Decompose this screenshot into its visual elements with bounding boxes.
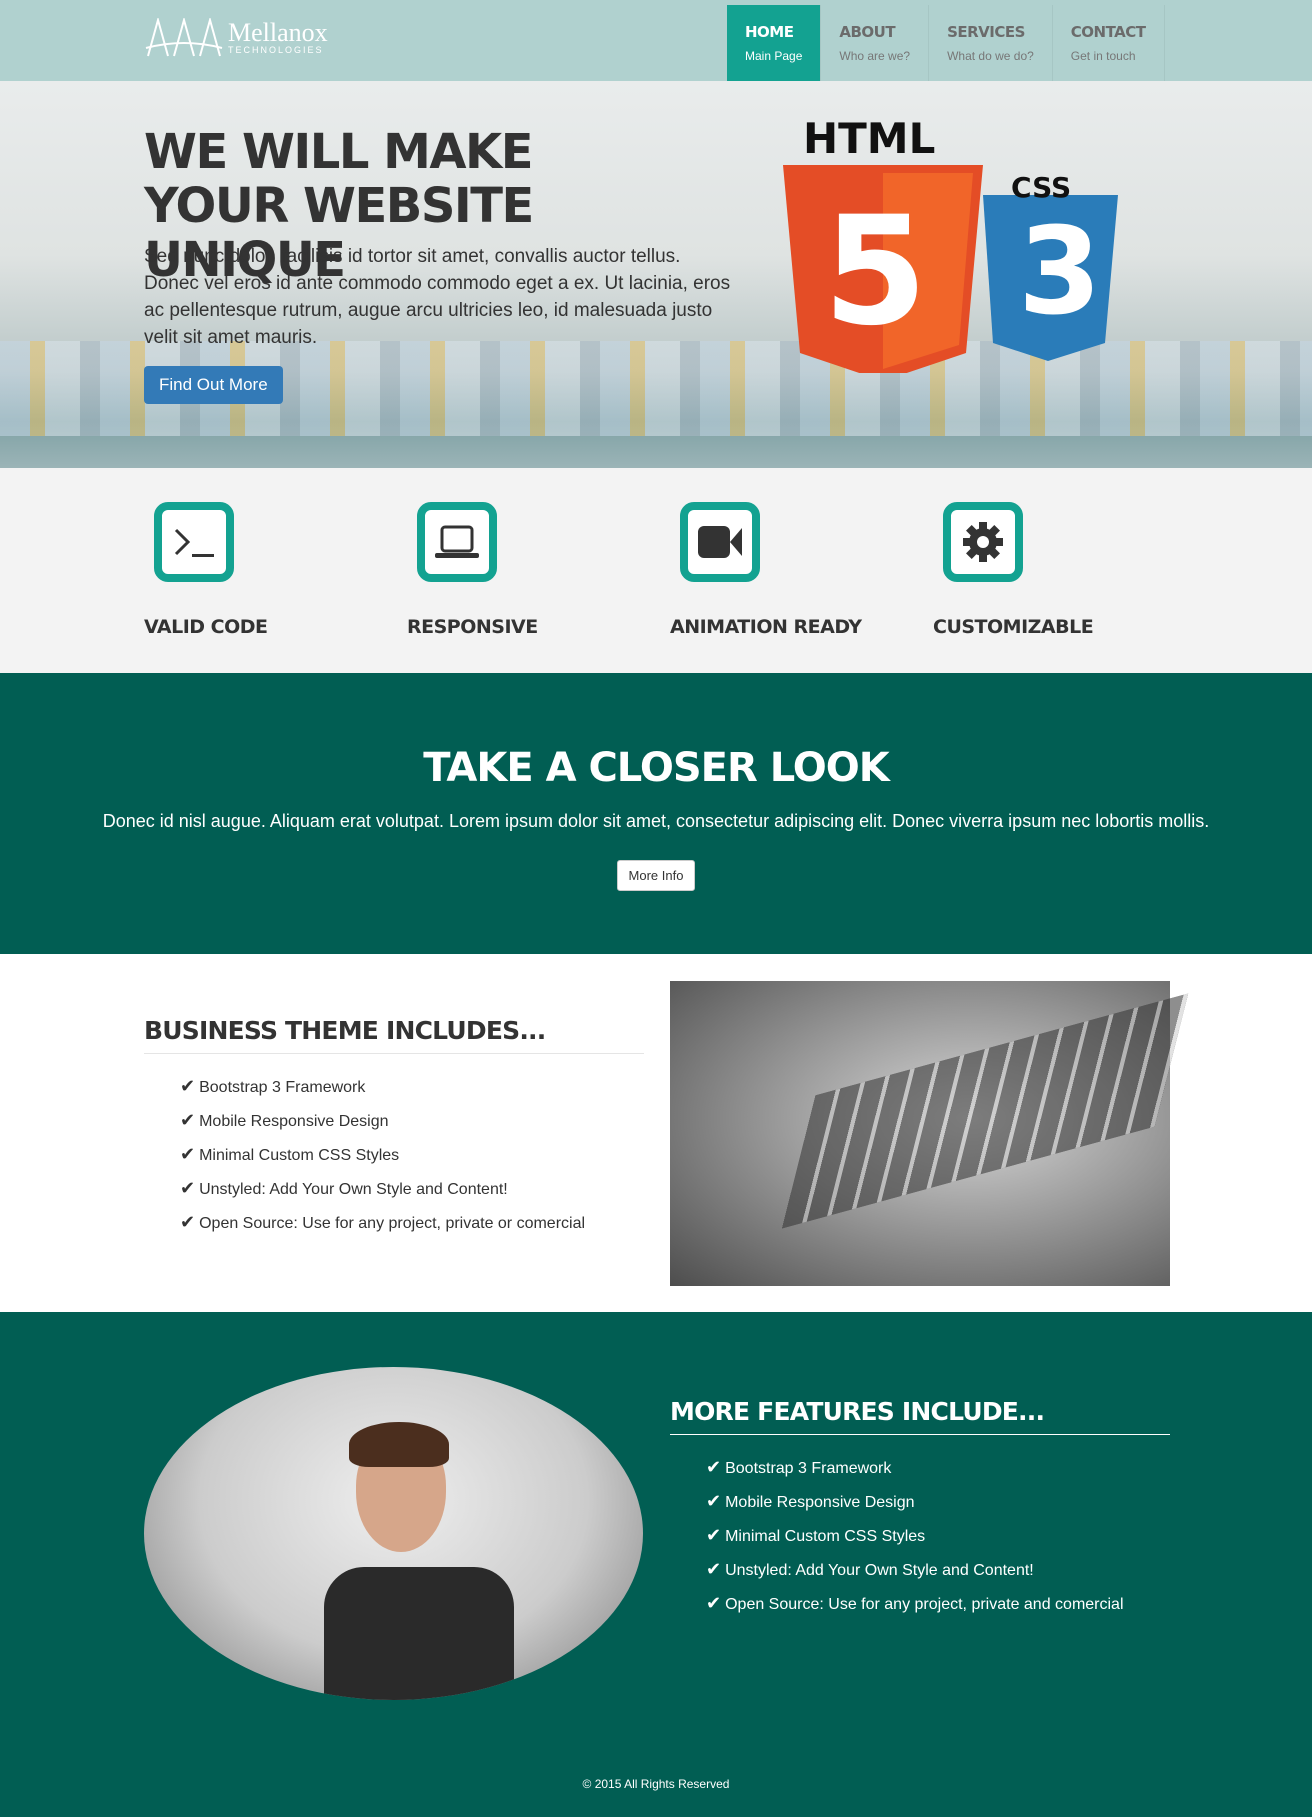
feature-label: VALID CODE (144, 616, 268, 638)
nav-services[interactable]: SERVICES What do we do? (929, 5, 1053, 81)
hero-section: WE WILL MAKE YOUR WEBSITE UNIQUE Sed nun… (0, 81, 1312, 468)
more-title: MORE FEATURES INCLUDE... (670, 1397, 1170, 1435)
feature-animation-ready: ANIMATION READY (670, 502, 890, 638)
nav-about[interactable]: ABOUT Who are we? (821, 5, 930, 81)
list-item-text: Minimal Custom CSS Styles (725, 1528, 926, 1545)
more-list: ✔ Bootstrap 3 Framework ✔ Mobile Responsiv… (670, 1451, 1170, 1621)
list-item: ✔ Minimal Custom CSS Styles (706, 1519, 1170, 1553)
laptop-typing-photo (670, 981, 1189, 1286)
list-item: ✔ Open Source: Use for any project, priva… (180, 1206, 644, 1240)
list-item: ✔ Bootstrap 3 Framework (706, 1451, 1170, 1485)
terminal-icon (154, 502, 234, 582)
nav-subtitle: Get in touch (1070, 49, 1136, 63)
feature-label: CUSTOMIZABLE (933, 616, 1094, 638)
business-list: ✔ Bootstrap 3 Framework ✔ Mobile Responsiv… (144, 1070, 644, 1240)
nav-contact[interactable]: CONTACT Get in touch (1053, 5, 1165, 81)
hero-text: Sed nunc dolor, facilisis id tortor sit … (144, 246, 731, 348)
brand-logo[interactable]: Mellanox TECHNOLOGIES (144, 18, 328, 58)
list-item: ✔ Unstyled: Add Your Own Style and Conten… (180, 1172, 644, 1206)
video-camera-icon (680, 502, 760, 582)
list-item-text: Mobile Responsive Design (199, 1113, 389, 1130)
gear-icon (943, 502, 1023, 582)
nav-title: SERVICES (947, 23, 1025, 41)
main-menu: HOME Main Page ABOUT Who are we? SERVICES W… (727, 5, 1165, 81)
list-item-text: Open Source: Use for any project, privat… (199, 1215, 586, 1232)
html5-numeral: 5 (823, 185, 927, 359)
nav-title: HOME (745, 23, 794, 41)
list-item-text: Bootstrap 3 Framework (199, 1079, 366, 1096)
closer-text: Donec id nisl augue. Aliquam erat volutp… (102, 811, 1210, 831)
check-icon: ✔ (180, 1212, 196, 1232)
html-text: HTML (803, 114, 935, 163)
navbar: Mellanox TECHNOLOGIES HOME Main Page ABOUT… (0, 0, 1312, 81)
css3-numeral: 3 (1018, 203, 1102, 342)
businessman-thumbs-up-photo (144, 1367, 643, 1700)
feature-label: RESPONSIVE (407, 616, 538, 638)
html5-css3-logo: HTML CSS 3 5 (783, 114, 1118, 373)
check-icon: ✔ (706, 1559, 722, 1579)
list-item-text: Open Source: Use for any project, privat… (725, 1596, 1124, 1613)
business-section: BUSINESS THEME INCLUDES... ✔ Bootstrap 3 … (0, 954, 1312, 1312)
features-section: VALID CODE RESPONSIVE ANIMATION READY CU… (0, 468, 1312, 673)
nav-title: CONTACT (1070, 23, 1146, 41)
nav-home[interactable]: HOME Main Page (727, 5, 822, 81)
list-item: ✔ Open Source: Use for any project, priva… (706, 1587, 1170, 1621)
nav-title: ABOUT (839, 23, 896, 41)
closer-title: TAKE A CLOSER LOOK (423, 745, 890, 791)
list-item: ✔ Mobile Responsive Design (706, 1485, 1170, 1519)
laptop-icon (417, 502, 497, 582)
find-out-more-button[interactable]: Find Out More (144, 366, 283, 404)
check-icon: ✔ (706, 1525, 722, 1545)
brand-sub: TECHNOLOGIES (228, 45, 324, 55)
list-item-text: Unstyled: Add Your Own Style and Content… (725, 1562, 1034, 1579)
check-icon: ✔ (180, 1144, 196, 1164)
feature-customizable: CUSTOMIZABLE (933, 502, 1153, 638)
brand-name: Mellanox (228, 18, 328, 47)
list-item: ✔ Minimal Custom CSS Styles (180, 1138, 644, 1172)
list-item: ✔ Mobile Responsive Design (180, 1104, 644, 1138)
more-features-section: MORE FEATURES INCLUDE... ✔ Bootstrap 3 Fr… (0, 1312, 1312, 1817)
feature-label: ANIMATION READY (670, 616, 862, 638)
check-icon: ✔ (706, 1457, 722, 1477)
list-item-text: Minimal Custom CSS Styles (199, 1147, 400, 1164)
closer-look-section: TAKE A CLOSER LOOK Donec id nisl augue. … (0, 673, 1312, 954)
check-icon: ✔ (706, 1491, 722, 1511)
list-item: ✔ Bootstrap 3 Framework (180, 1070, 644, 1104)
check-icon: ✔ (706, 1593, 722, 1613)
more-info-button[interactable]: More Info (616, 860, 696, 891)
check-icon: ✔ (180, 1178, 196, 1198)
list-item-text: Mobile Responsive Design (725, 1494, 915, 1511)
list-item-text: Bootstrap 3 Framework (725, 1460, 892, 1477)
feature-responsive: RESPONSIVE (407, 502, 627, 638)
check-icon: ✔ (180, 1076, 196, 1096)
footer-copyright: © 2015 All Rights Reserved (582, 1777, 730, 1791)
css-text: CSS (1011, 171, 1071, 204)
nav-subtitle: What do we do? (947, 49, 1034, 63)
bridge-logo-icon (145, 18, 223, 57)
list-item-text: Unstyled: Add Your Own Style and Content… (199, 1181, 508, 1198)
nav-subtitle: Main Page (745, 49, 803, 63)
nav-subtitle: Who are we? (839, 49, 911, 63)
feature-valid-code: VALID CODE (144, 502, 364, 638)
check-icon: ✔ (180, 1110, 196, 1130)
business-title: BUSINESS THEME INCLUDES... (144, 1016, 644, 1054)
list-item: ✔ Unstyled: Add Your Own Style and Conten… (706, 1553, 1170, 1587)
